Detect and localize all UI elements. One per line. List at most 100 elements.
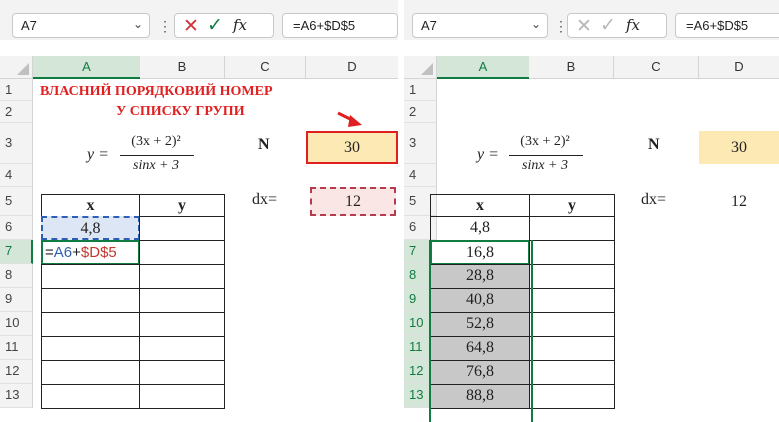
formula-ref-d5: $D$5 [80, 244, 117, 261]
equation-denominator: sinx + 3 [133, 158, 179, 173]
fx-icon[interactable]: fx [626, 16, 640, 34]
cell-b10[interactable] [139, 312, 225, 337]
row-header-4-right[interactable]: 4 [404, 164, 437, 187]
cell-a5-x-header[interactable]: x [41, 194, 140, 217]
chevron-down-icon[interactable]: ⌄ [531, 17, 541, 31]
col-header-a-right[interactable]: A [437, 56, 529, 79]
cell-d3-n-value-right[interactable]: 30 [699, 131, 779, 164]
select-all-corner[interactable] [0, 56, 33, 79]
cell-b12[interactable] [139, 360, 225, 385]
row-header-13[interactable]: 13 [0, 384, 33, 408]
cell-a7-right[interactable]: 16,8 [430, 240, 530, 265]
select-all-corner-right[interactable] [404, 56, 437, 79]
name-box-value-right: A7 [421, 18, 437, 33]
cell-b12-right[interactable] [529, 360, 615, 385]
cell-b11-right[interactable] [529, 336, 615, 361]
right-pane: A7 ⌄ ⋮ ✕ ✓ fx =A6+$D$5 A B C D 1 2 3 4 5… [404, 0, 779, 422]
cell-a10-right[interactable]: 52,8 [430, 312, 530, 337]
cell-b11[interactable] [139, 336, 225, 361]
cell-b9-right[interactable] [529, 288, 615, 313]
cell-a9-right[interactable]: 40,8 [430, 288, 530, 313]
cell-b10-right[interactable] [529, 312, 615, 337]
cell-b7-right[interactable] [529, 240, 615, 265]
cell-b9[interactable] [139, 288, 225, 313]
row-header-3-right[interactable]: 3 [404, 123, 437, 164]
row-header-4[interactable]: 4 [0, 164, 33, 187]
cell-b8-right[interactable] [529, 264, 615, 289]
cell-a6-right[interactable]: 4,8 [430, 216, 530, 241]
name-box-right[interactable]: A7 ⌄ [412, 13, 548, 38]
col-header-c-right[interactable]: C [614, 56, 699, 79]
col-header-c[interactable]: C [225, 56, 306, 79]
checkmark-icon[interactable]: ✓ [600, 14, 616, 37]
col-header-d-right[interactable]: D [699, 56, 779, 79]
cell-d5-dx-value[interactable]: 12 [310, 187, 396, 216]
name-box[interactable]: A7 ⌄ [12, 13, 150, 38]
cell-b6[interactable] [139, 216, 225, 241]
cell-a8-right[interactable]: 28,8 [430, 264, 530, 289]
equation-numerator-right: (3x + 2)² [520, 134, 570, 149]
cell-a12-right[interactable]: 76,8 [430, 360, 530, 385]
formula-bar-right: A7 ⌄ ⋮ ✕ ✓ fx =A6+$D$5 [404, 0, 779, 40]
cell-a7-editing[interactable]: =A6+$D$5 [41, 240, 140, 265]
cell-b5-y-header[interactable]: y [139, 194, 225, 217]
equation-y: y = [87, 146, 109, 163]
red-arrow-icon [337, 111, 362, 127]
col-header-d[interactable]: D [306, 56, 398, 79]
fraction-line-right [509, 155, 583, 156]
row-header-2-right[interactable]: 2 [404, 101, 437, 123]
cell-a13[interactable] [41, 384, 140, 409]
cell-a11[interactable] [41, 336, 140, 361]
cell-b5-y-header-right[interactable]: y [529, 194, 615, 217]
cancel-x-icon[interactable]: ✕ [183, 15, 199, 38]
row-header-1-right[interactable]: 1 [404, 79, 437, 101]
col-header-b-right[interactable]: B [529, 56, 614, 79]
row-header-1[interactable]: 1 [0, 79, 33, 101]
row-header-3[interactable]: 3 [0, 123, 33, 164]
cell-b8[interactable] [139, 264, 225, 289]
col-header-b[interactable]: B [140, 56, 225, 79]
left-pane: A7 ⌄ ⋮ ✕ ✓ fx =A6+$D$5 A B C D 1 2 3 4 5… [0, 0, 398, 422]
cell-b6-right[interactable] [529, 216, 615, 241]
cell-d3-n-value[interactable]: 30 [306, 131, 398, 164]
chevron-down-icon[interactable]: ⌄ [133, 17, 143, 31]
cell-b13-right[interactable] [529, 384, 615, 409]
cell-a13-right[interactable]: 88,8 [430, 384, 530, 409]
cell-b7[interactable] [139, 240, 225, 265]
fraction-line [120, 155, 194, 156]
cell-a10[interactable] [41, 312, 140, 337]
row-header-10[interactable]: 10 [0, 312, 33, 336]
cell-a5-x-header-right[interactable]: x [430, 194, 530, 217]
row-header-5[interactable]: 5 [0, 187, 33, 216]
cell-a9[interactable] [41, 288, 140, 313]
cell-a8[interactable] [41, 264, 140, 289]
formula-input-right[interactable]: =A6+$D$5 [675, 13, 779, 38]
row-header-12[interactable]: 12 [0, 360, 33, 384]
label-n-right: N [648, 136, 660, 153]
formula-text: =A6+$D$5 [293, 18, 356, 33]
row-header-7[interactable]: 7 [0, 240, 33, 264]
row-header-6[interactable]: 6 [0, 216, 33, 240]
vertical-dots-icon: ⋮ [554, 18, 568, 34]
fx-icon[interactable]: fx [233, 16, 247, 34]
cell-b13[interactable] [139, 384, 225, 409]
cell-a6[interactable]: 4,8 [41, 216, 140, 240]
formula-bar: A7 ⌄ ⋮ ✕ ✓ fx =A6+$D$5 [0, 0, 398, 40]
equation-y-right: y = [477, 146, 499, 163]
title-line-1: ВЛАСНИЙ ПОРЯДКОВИЙ НОМЕР [40, 84, 273, 99]
col-header-a[interactable]: A [33, 56, 140, 79]
row-header-2[interactable]: 2 [0, 101, 33, 123]
checkmark-icon[interactable]: ✓ [207, 14, 223, 37]
formula-buttons-right: ✕ ✓ fx [567, 13, 667, 38]
formula-plus: + [72, 244, 81, 261]
row-header-11[interactable]: 11 [0, 336, 33, 360]
cell-a12[interactable] [41, 360, 140, 385]
row-header-9[interactable]: 9 [0, 288, 33, 312]
row-header-8[interactable]: 8 [0, 264, 33, 288]
formula-text-right: =A6+$D$5 [686, 18, 749, 33]
formula-input[interactable]: =A6+$D$5 [282, 13, 398, 38]
cell-d5-dx-value-right[interactable]: 12 [699, 187, 779, 216]
cancel-x-icon[interactable]: ✕ [576, 15, 592, 38]
formula-buttons: ✕ ✓ fx [174, 13, 274, 38]
cell-a11-right[interactable]: 64,8 [430, 336, 530, 361]
